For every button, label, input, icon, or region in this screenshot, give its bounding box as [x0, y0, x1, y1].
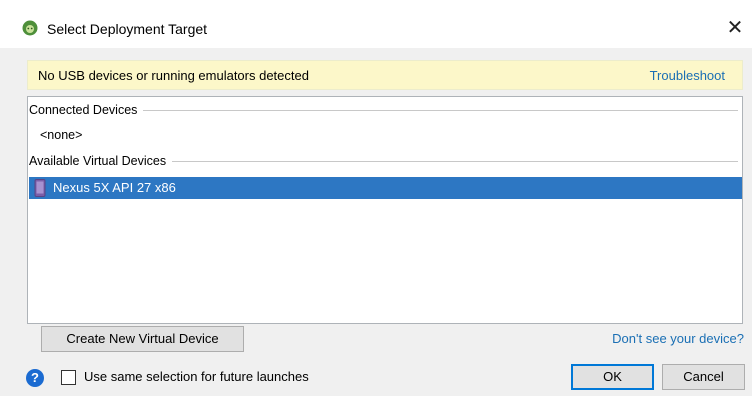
available-devices-label: Available Virtual Devices [29, 152, 173, 170]
create-virtual-device-button[interactable]: Create New Virtual Device [41, 326, 244, 352]
dont-see-device-link[interactable]: Don't see your device? [612, 331, 744, 346]
remember-selection-checkbox[interactable] [61, 370, 76, 385]
warning-banner: No USB devices or running emulators dete… [27, 60, 743, 90]
android-studio-icon [22, 20, 38, 36]
cancel-button[interactable]: Cancel [662, 364, 745, 390]
remember-selection-label[interactable]: Use same selection for future launches [84, 369, 309, 385]
close-button[interactable]: ✕ [718, 12, 752, 44]
device-row-nexus-5x[interactable]: Nexus 5X API 27 x86 [29, 177, 742, 199]
device-label: Nexus 5X API 27 x86 [53, 180, 176, 195]
device-list[interactable]: Connected Devices <none> Available Virtu… [27, 96, 743, 324]
no-connected-devices: <none> [40, 128, 83, 142]
connected-devices-header: Connected Devices [28, 101, 742, 119]
help-icon[interactable]: ? [26, 369, 44, 387]
ok-button[interactable]: OK [571, 364, 654, 390]
deployment-target-dialog: Select Deployment Target ✕ No USB device… [0, 0, 752, 396]
phone-icon [34, 179, 46, 197]
title-bar: Select Deployment Target ✕ [0, 0, 752, 48]
dialog-title: Select Deployment Target [47, 21, 208, 37]
banner-message: No USB devices or running emulators dete… [38, 68, 309, 83]
connected-devices-label: Connected Devices [29, 101, 144, 119]
available-devices-header: Available Virtual Devices [28, 152, 742, 170]
troubleshoot-link[interactable]: Troubleshoot [650, 68, 725, 83]
